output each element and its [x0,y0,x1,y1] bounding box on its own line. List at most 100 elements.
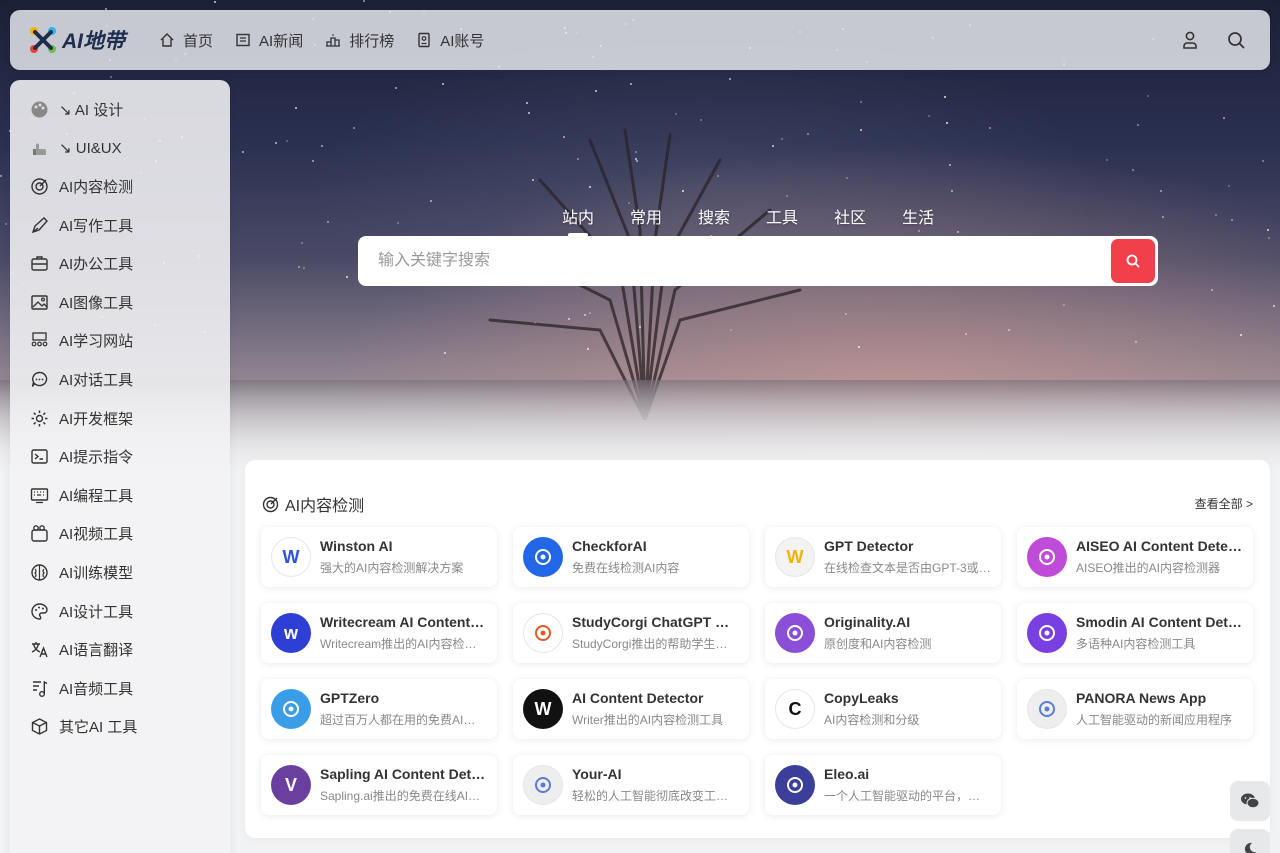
star-dot [1131,169,1134,172]
star-dot [302,267,305,270]
tool-card[interactable]: StudyCorgi ChatGPT Detector StudyCorgi推出的… [513,603,749,663]
sidebar-item[interactable]: AI办公工具 [10,244,230,283]
tool-title: Sapling AI Content Detector [320,766,487,782]
search-icon[interactable] [1226,30,1246,50]
tool-title: Eleo.ai [824,766,870,782]
star-dot [989,126,992,129]
star-dot [1147,95,1150,98]
sidebar-item[interactable]: 其它AI 工具 [10,708,230,747]
search-tab[interactable]: 社区 [834,204,866,228]
tool-logo-letter: V [284,774,297,795]
tool-logo-icon: w [271,613,311,653]
tool-logo-icon [775,613,815,653]
tool-logo-glyph [535,625,551,641]
sidebar-item-label: AI设计工具 [59,603,134,621]
star-dot [312,159,315,162]
search-tab[interactable]: 搜索 [698,204,730,228]
sidebar-item[interactable]: AI提示指令 [10,437,230,476]
sidebar-item[interactable]: AI图像工具 [10,283,230,322]
tool-card[interactable]: Eleo.ai 一个人工智能驱动的平台，可帮助您工作 [765,755,1001,815]
sidebar-item[interactable]: AI开发框架 [10,399,230,438]
tool-meta: PANORA News App 人工智能驱动的新闻应用程序 [1076,690,1243,728]
star-dot [845,313,848,316]
tool-meta: Winston AI 强大的AI内容检测解决方案 [320,538,487,576]
sidebar-item[interactable]: AI内容检测 [10,167,230,206]
star-dot [1214,214,1217,217]
search-tab[interactable]: 生活 [902,204,934,228]
tool-card[interactable]: AISEO AI Content Detector AISEO推出的AI内容检测器 [1017,527,1253,587]
star-dot [1239,333,1242,336]
star-dot [595,90,598,93]
sidebar-item-label: AI图像工具 [59,294,134,312]
nav-ranking-label: 排行榜 [349,32,395,50]
star-dot [1261,160,1264,163]
sidebar-item[interactable]: AI语言翻译 [10,630,230,669]
tool-logo-icon [1027,613,1067,653]
star-dot [327,221,330,224]
tool-logo-icon: W [271,537,311,577]
wechat-button[interactable] [1230,781,1270,821]
user-icon[interactable] [1180,30,1200,50]
tool-logo-icon [1027,689,1067,729]
tool-logo-icon [775,765,815,805]
tool-title: Smodin AI Content Detector [1076,614,1243,630]
sidebar-item-label: AI学习网站 [59,333,134,351]
tool-card[interactable]: CheckforAI 免费在线检测AI内容 [513,527,749,587]
search-tab[interactable]: 工具 [766,204,798,228]
briefcase-icon [31,256,48,271]
tool-card[interactable]: Originality.AI 原创度和AI内容检测 [765,603,1001,663]
search-tab[interactable]: 常用 [630,204,662,228]
nav-ai-news[interactable]: AI新闻 [235,30,303,51]
search-tab[interactable]: 站内 [562,204,594,237]
sidebar-item-label: AI提示指令 [59,449,134,467]
tool-logo-icon [271,689,311,729]
tool-description: 原创度和AI内容检测 [824,637,932,651]
tool-card[interactable]: wWritecream AI Content DetectorWritecrea… [261,603,497,663]
search-submit-button[interactable] [1111,239,1155,283]
star-dot [956,230,959,233]
sidebar-item[interactable]: AI设计工具 [10,592,230,631]
tool-description: AISEO推出的AI内容检测器 [1076,561,1221,575]
sidebar-item-label: ↘ UI&UX [59,139,122,157]
pen-icon [31,216,48,233]
site-logo[interactable]: AI地带 [28,25,125,55]
tool-card[interactable]: Smodin AI Content Detector 多语种AI内容检测工具 [1017,603,1253,663]
tool-description: 多语种AI内容检测工具 [1076,637,1196,651]
tool-card[interactable]: W AI Content Detector Writer推出的AI内容检测工具 [513,679,749,739]
sidebar-item[interactable]: AI训练模型 [10,553,230,592]
star-dot [1135,341,1138,344]
dark-mode-toggle[interactable] [1230,829,1270,853]
sidebar-item-label: AI开发框架 [59,410,134,428]
tool-card[interactable]: W GPT Detector 在线检查文本是否由GPT-3或ChatGPT生成 [765,527,1001,587]
sidebar-item-label: AI写作工具 [59,217,134,235]
tool-logo-icon [1027,537,1067,577]
search-input[interactable] [358,236,1111,286]
tool-meta: AISEO AI Content Detector AISEO推出的AI内容检测器 [1076,538,1243,576]
sidebar-item[interactable]: AI对话工具 [10,360,230,399]
tool-description: Sapling.ai推出的免费在线AI内容检测工具 [320,789,487,803]
tool-card[interactable]: PANORA News App 人工智能驱动的新闻应用程序 [1017,679,1253,739]
tool-card[interactable]: W Winston AI 强大的AI内容检测解决方案 [261,527,497,587]
view-all-link[interactable]: 查看全部 > [1195,495,1253,512]
sidebar-item[interactable]: ↘ AI 设计 [10,90,230,129]
sidebar-item[interactable]: AI视频工具 [10,515,230,554]
sidebar-item[interactable]: ↘ UI&UX [10,129,230,168]
tool-card[interactable]: V Sapling AI Content Detector Sapling.ai推出… [261,755,497,815]
sidebar-item[interactable]: AI音频工具 [10,669,230,708]
nav-ai-account[interactable]: AI账号 [416,30,484,51]
nav-ranking[interactable]: 排行榜 [325,30,394,51]
tool-meta: Smodin AI Content Detector 多语种AI内容检测工具 [1076,614,1243,652]
tool-description: Writecream推出的AI内容检测工具 [320,637,487,651]
sidebar-item[interactable]: AI编程工具 [10,476,230,515]
sidebar-item[interactable]: AI写作工具 [10,206,230,245]
star-dot [363,0,366,2]
star-dot [860,128,863,131]
tool-card[interactable]: GPTZero 超过百万人都在用的免费AI内容检测工具 [261,679,497,739]
tool-card[interactable]: Your-AI 轻松的人工智能彻底改变工作方式 [513,755,749,815]
tool-card[interactable]: C CopyLeaks AI内容检测和分级 [765,679,1001,739]
sidebar-item[interactable]: AI学习网站 [10,322,230,361]
nav-home[interactable]: 首页 [159,30,213,51]
header-actions [1180,30,1252,50]
star-dot [346,275,349,278]
tool-logo-glyph [787,777,803,793]
